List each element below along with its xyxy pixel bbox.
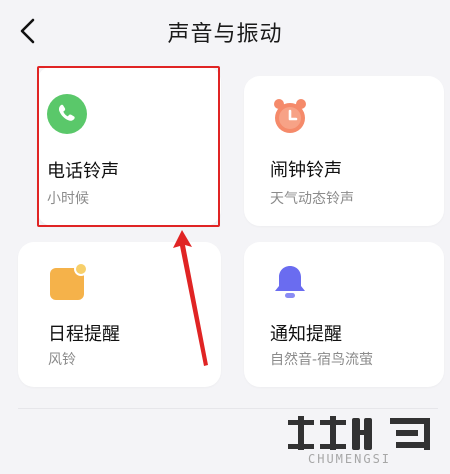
card-label: 闹钟铃声: [270, 160, 342, 181]
divider: [18, 408, 438, 409]
card-label: 通知提醒: [270, 324, 342, 345]
card-phone-ringtone[interactable]: 电话铃声 小时候: [37, 66, 221, 226]
card-value: 自然音-宿鸟流萤: [270, 352, 374, 368]
watermark-text: CHUMENGSI: [308, 452, 392, 466]
header: 声音与振动: [0, 0, 450, 62]
calendar-icon: [50, 262, 88, 300]
bell-icon: [275, 266, 305, 298]
card-alarm-ringtone[interactable]: 闹钟铃声 天气动态铃声: [244, 76, 444, 226]
card-value: 天气动态铃声: [270, 191, 354, 207]
card-value: 风铃: [48, 352, 76, 368]
card-label: 电话铃声: [47, 161, 119, 182]
page-title: 声音与振动: [167, 22, 283, 47]
card-value: 小时候: [47, 191, 89, 207]
card-label: 日程提醒: [48, 324, 120, 345]
card-notification-reminder[interactable]: 通知提醒 自然音-宿鸟流萤: [244, 242, 444, 387]
watermark: CHUMENGSI: [280, 414, 440, 470]
chumengsi-logo: [288, 416, 430, 450]
card-schedule-reminder[interactable]: 日程提醒 风铃: [18, 242, 221, 387]
phone-icon: [47, 94, 87, 134]
alarm-clock-icon: [274, 99, 306, 133]
